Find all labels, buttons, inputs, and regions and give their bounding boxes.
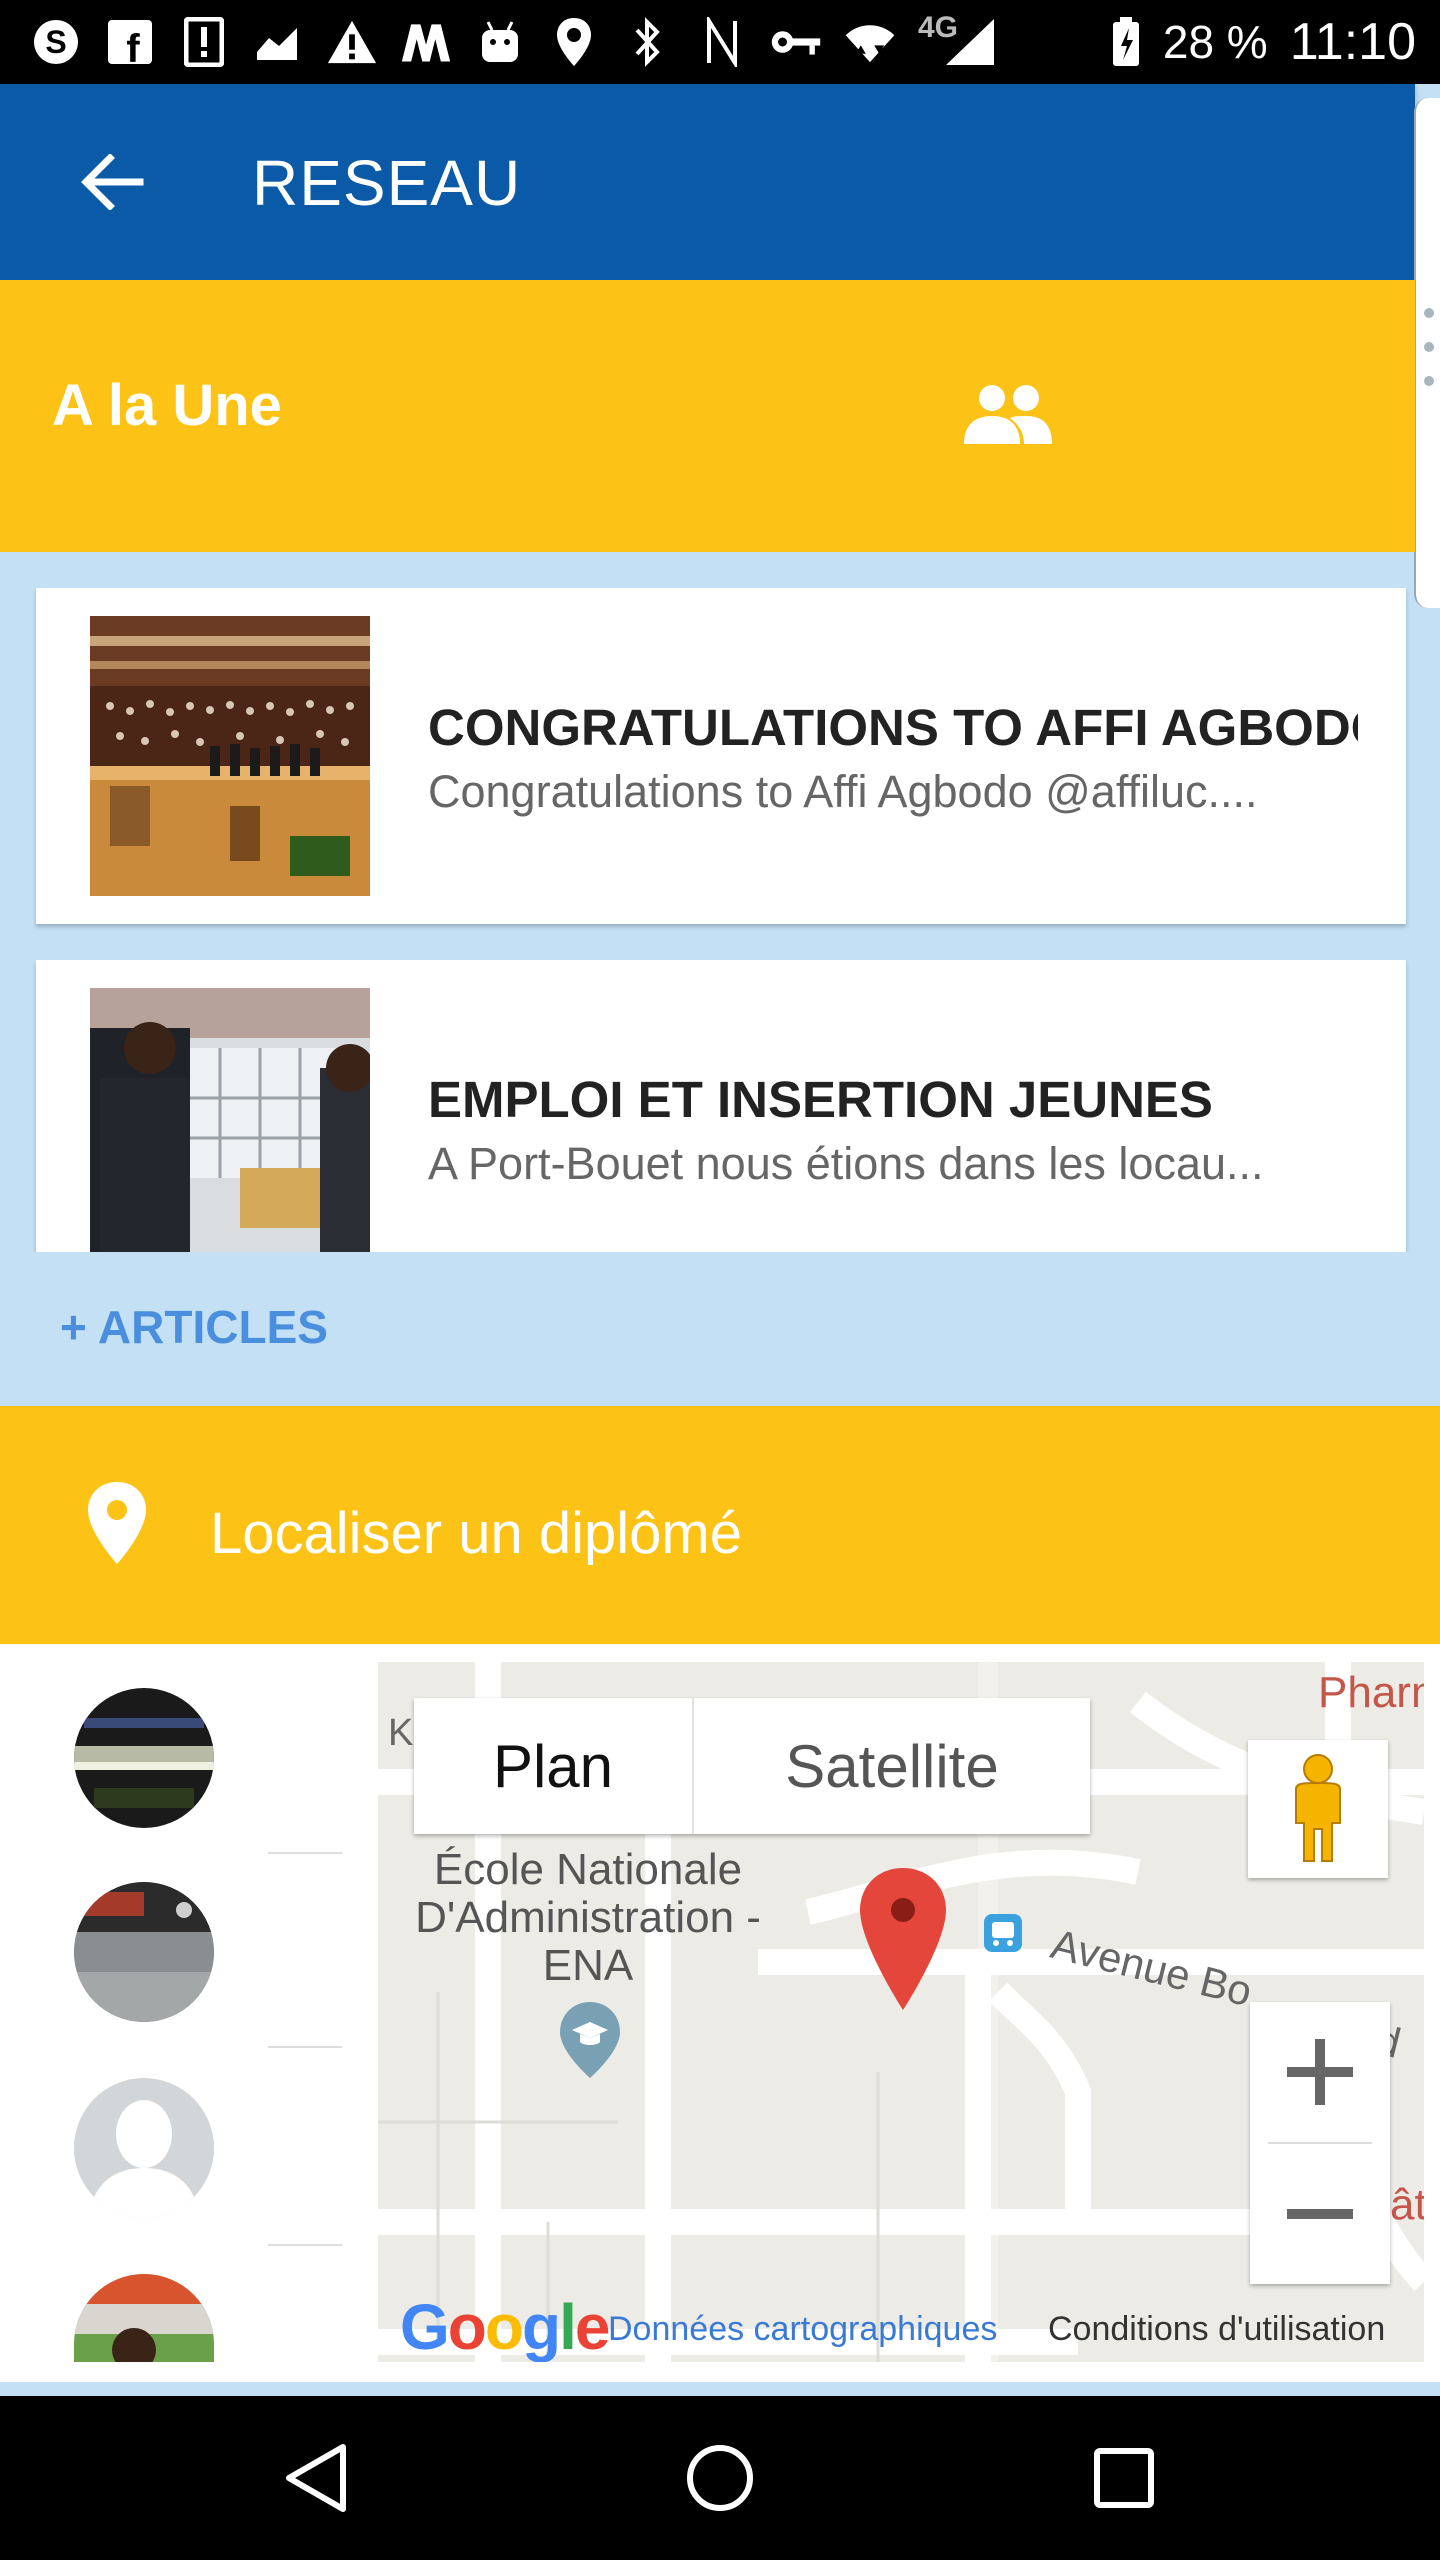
location-pin-icon bbox=[88, 1482, 146, 1564]
status-right: 28 % 11:10 bbox=[1111, 0, 1416, 84]
article-card[interactable]: EMPLOI ET INSERTION JEUNES A Port-Bouet … bbox=[36, 960, 1406, 1252]
localiser-banner[interactable]: Localiser un diplômé bbox=[0, 1406, 1440, 1644]
zoom-out-button[interactable] bbox=[1250, 2144, 1390, 2284]
articles-list: CONGRATULATIONS TO AFFI AGBODO Congratul… bbox=[0, 552, 1415, 1252]
status-bar: S f 4G 28 % 11:10 bbox=[0, 0, 1440, 84]
back-button[interactable] bbox=[72, 142, 152, 222]
graduate-avatar-placeholder[interactable] bbox=[74, 2078, 214, 2218]
article-thumbnail bbox=[90, 988, 370, 1252]
map-terms-link[interactable]: Conditions d'utilisation bbox=[1048, 2310, 1385, 2349]
svg-text:f: f bbox=[126, 27, 140, 66]
key-icon bbox=[770, 16, 822, 68]
skype-icon: S bbox=[30, 16, 82, 68]
warning-icon bbox=[326, 16, 378, 68]
zoom-in-button[interactable] bbox=[1250, 2002, 1390, 2142]
battery-icon bbox=[1112, 17, 1139, 66]
map-place-label: École Nationale D'Administration - ENA bbox=[415, 1845, 761, 1990]
article-card[interactable]: CONGRATULATIONS TO AFFI AGBODO Congratul… bbox=[36, 588, 1406, 924]
location-icon bbox=[548, 16, 600, 68]
zoom-controls bbox=[1250, 2002, 1390, 2284]
graduate-avatar[interactable] bbox=[74, 2274, 214, 2362]
map-edge-label-k: K bbox=[388, 1712, 414, 1754]
map-view[interactable]: École Nationale D'Administration - ENA A… bbox=[378, 1662, 1424, 2362]
article-title: CONGRATULATIONS TO AFFI AGBODO bbox=[428, 699, 1358, 756]
nav-back-icon bbox=[286, 2444, 346, 2512]
m-app-icon bbox=[400, 16, 452, 68]
map-data-link[interactable]: Données cartographiques bbox=[608, 2310, 997, 2349]
system-nav-bar bbox=[0, 2396, 1440, 2560]
wifi-icon bbox=[844, 16, 896, 68]
une-banner: A la Une bbox=[0, 280, 1415, 552]
list-divider bbox=[268, 1852, 342, 1854]
svg-text:S: S bbox=[45, 24, 66, 60]
graduate-avatar[interactable] bbox=[74, 1882, 214, 2022]
notification-icons: S f 4G bbox=[30, 11, 996, 72]
article-title: EMPLOI ET INSERTION JEUNES bbox=[428, 1071, 1213, 1128]
arrow-back-icon bbox=[81, 154, 144, 210]
pegman-icon bbox=[1295, 1754, 1341, 1862]
side-drawer-handle[interactable] bbox=[1414, 98, 1440, 608]
localiser-label: Localiser un diplômé bbox=[210, 1501, 742, 1566]
list-divider bbox=[268, 2046, 342, 2048]
app-bar: RESEAU bbox=[0, 84, 1415, 280]
map-plan-option[interactable]: Plan bbox=[414, 1698, 694, 1834]
nav-recents-button[interactable] bbox=[1084, 2438, 1164, 2518]
clock: 11:10 bbox=[1289, 13, 1416, 71]
chart-icon bbox=[252, 16, 304, 68]
nav-home-button[interactable] bbox=[680, 2438, 760, 2518]
nav-home-icon bbox=[687, 2445, 753, 2511]
map-type-toggle: Plan Satellite bbox=[414, 1698, 1090, 1834]
android-icon bbox=[474, 16, 526, 68]
graduate-avatar[interactable] bbox=[74, 1688, 214, 1828]
pharmacy-label: Pharm bbox=[1318, 1668, 1424, 1717]
signal-icon: 4G bbox=[918, 11, 996, 68]
map-edge-label: âte bbox=[1390, 2180, 1424, 2229]
google-logo: Google bbox=[400, 2291, 610, 2362]
marker-pin-icon bbox=[860, 1868, 946, 2010]
group-icon[interactable] bbox=[962, 382, 1054, 448]
article-excerpt: Congratulations to Affi Agbodo @affiluc.… bbox=[428, 766, 1258, 817]
nav-recents-icon bbox=[1094, 2448, 1154, 2508]
more-articles-link[interactable]: + ARTICLES bbox=[60, 1300, 328, 1354]
nfc-icon bbox=[696, 16, 748, 68]
graduates-section: École Nationale D'Administration - ENA A… bbox=[0, 1644, 1440, 2382]
nav-back-button[interactable] bbox=[276, 2438, 356, 2518]
school-pin-icon bbox=[560, 2002, 620, 2078]
facebook-icon: f bbox=[104, 16, 156, 68]
minus-icon bbox=[1287, 2209, 1353, 2219]
street-view-button[interactable] bbox=[1248, 1740, 1388, 1878]
bus-stop-icon bbox=[984, 1914, 1022, 1952]
alert-icon bbox=[178, 16, 230, 68]
bottom-strip bbox=[0, 2382, 1440, 2396]
battery-level: 28 % bbox=[1162, 16, 1268, 68]
list-divider bbox=[268, 2244, 342, 2246]
article-excerpt: A Port-Bouet nous étions dans les locau.… bbox=[428, 1138, 1264, 1189]
page-title: RESEAU bbox=[252, 147, 522, 219]
map-satellite-option[interactable]: Satellite bbox=[694, 1698, 1090, 1834]
une-title: A la Une bbox=[52, 373, 282, 438]
bluetooth-icon bbox=[622, 16, 674, 68]
article-thumbnail bbox=[90, 616, 370, 896]
plus-icon bbox=[1287, 2039, 1353, 2105]
